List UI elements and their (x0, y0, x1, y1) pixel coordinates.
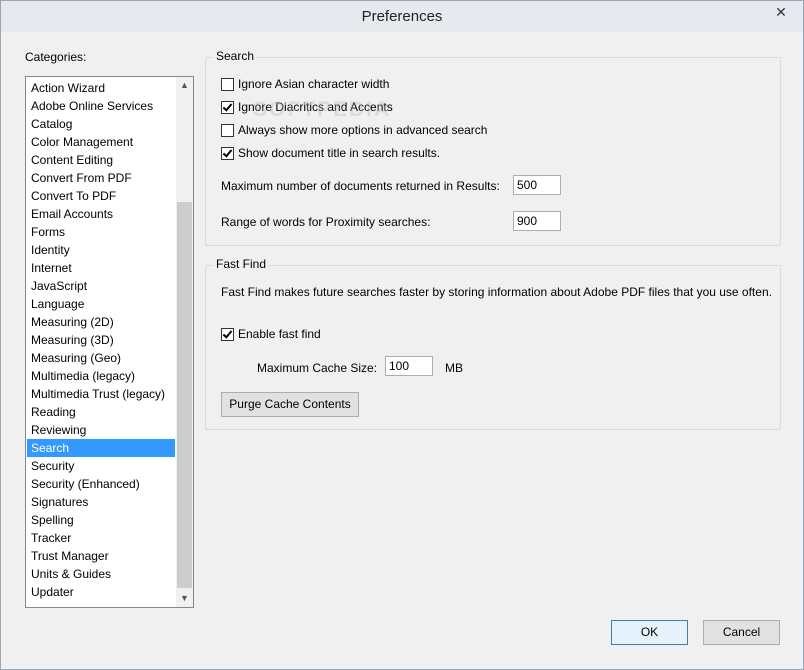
category-item[interactable]: Units & Guides (27, 565, 175, 583)
search-group-title: Search (214, 49, 257, 63)
fastfind-group: Fast Find Fast Find makes future searche… (205, 257, 781, 430)
category-item[interactable]: Multimedia (legacy) (27, 367, 175, 385)
close-icon[interactable]: ✕ (767, 2, 795, 22)
category-item[interactable]: Identity (27, 241, 175, 259)
fastfind-group-title: Fast Find (214, 257, 269, 271)
checkbox[interactable] (221, 146, 234, 160)
max-docs-label: Maximum number of documents returned in … (221, 179, 500, 193)
category-item[interactable]: Spelling (27, 511, 175, 529)
category-item[interactable]: Security (27, 457, 175, 475)
category-item[interactable]: Catalog (27, 115, 175, 133)
search-group: Search Ignore Asian character width Igno… (205, 49, 781, 246)
checkbox[interactable] (221, 100, 234, 114)
checkbox[interactable] (221, 77, 234, 91)
cache-size-input[interactable] (385, 356, 433, 376)
checkbox-label: Ignore Asian character width (238, 77, 390, 91)
window-title: Preferences (361, 8, 443, 25)
categories-scrollbar[interactable]: ▲ ▼ (176, 77, 193, 607)
max-docs-input[interactable] (513, 175, 561, 195)
category-item[interactable]: Measuring (Geo) (27, 349, 175, 367)
scroll-down-icon[interactable]: ▼ (176, 590, 193, 607)
category-item[interactable]: JavaScript (27, 277, 175, 295)
option-show-document-title[interactable]: Show document title in search results. (221, 145, 440, 161)
scroll-up-icon[interactable]: ▲ (176, 77, 193, 94)
category-item[interactable]: Signatures (27, 493, 175, 511)
option-enable-fast-find[interactable]: Enable fast find (221, 326, 321, 342)
category-item[interactable]: Adobe Online Services (27, 97, 175, 115)
category-item[interactable]: Content Editing (27, 151, 175, 169)
option-ignore-diacritics[interactable]: Ignore Diacritics and Accents (221, 99, 393, 115)
category-item[interactable]: Security (Enhanced) (27, 475, 175, 493)
ok-button[interactable]: OK (611, 620, 688, 645)
checkbox[interactable] (221, 123, 234, 137)
category-item[interactable]: Trust Manager (27, 547, 175, 565)
category-item[interactable]: Language (27, 295, 175, 313)
checkbox-label: Show document title in search results. (238, 146, 441, 160)
checkbox[interactable] (221, 327, 234, 341)
cancel-button[interactable]: Cancel (703, 620, 780, 645)
cache-unit-label: MB (445, 361, 463, 375)
category-item[interactable]: Color Management (27, 133, 175, 151)
category-item[interactable]: Action Wizard (27, 79, 175, 97)
category-item[interactable]: Forms (27, 223, 175, 241)
category-item[interactable]: Tracker (27, 529, 175, 547)
category-item[interactable]: Email Accounts (27, 205, 175, 223)
fastfind-description: Fast Find makes future searches faster b… (221, 285, 772, 299)
cache-size-label: Maximum Cache Size: (257, 361, 378, 375)
option-advanced-search-options[interactable]: Always show more options in advanced sea… (221, 122, 487, 138)
category-item[interactable]: Internet (27, 259, 175, 277)
checkbox-label: Always show more options in advanced sea… (238, 123, 488, 137)
category-item[interactable]: Convert From PDF (27, 169, 175, 187)
checkbox-label: Enable fast find (238, 327, 321, 341)
proximity-label: Range of words for Proximity searches: (221, 215, 431, 229)
category-item[interactable]: Measuring (2D) (27, 313, 175, 331)
category-item[interactable]: Convert To PDF (27, 187, 175, 205)
category-item[interactable]: Measuring (3D) (27, 331, 175, 349)
purge-cache-button[interactable]: Purge Cache Contents (221, 392, 359, 417)
categories-label: Categories: (25, 50, 87, 64)
scroll-thumb[interactable] (177, 202, 192, 588)
categories-listbox[interactable]: Action Wizard Adobe Online Services Catalo… (25, 76, 194, 608)
title-bar: Preferences ✕ (1, 1, 803, 32)
proximity-input[interactable] (513, 211, 561, 231)
categories-list: Action Wizard Adobe Online Services Catalo… (27, 79, 175, 601)
checkbox-label: Ignore Diacritics and Accents (238, 100, 393, 114)
category-item[interactable]: Updater (27, 583, 175, 601)
category-item[interactable]: Reviewing (27, 421, 175, 439)
category-item[interactable]: Multimedia Trust (legacy) (27, 385, 175, 403)
category-item[interactable]: Reading (27, 403, 175, 421)
preferences-dialog: Preferences ✕ Categories: Action Wizard A… (0, 0, 804, 670)
option-ignore-asian-width[interactable]: Ignore Asian character width (221, 76, 389, 92)
category-item[interactable]: Search (27, 439, 175, 457)
